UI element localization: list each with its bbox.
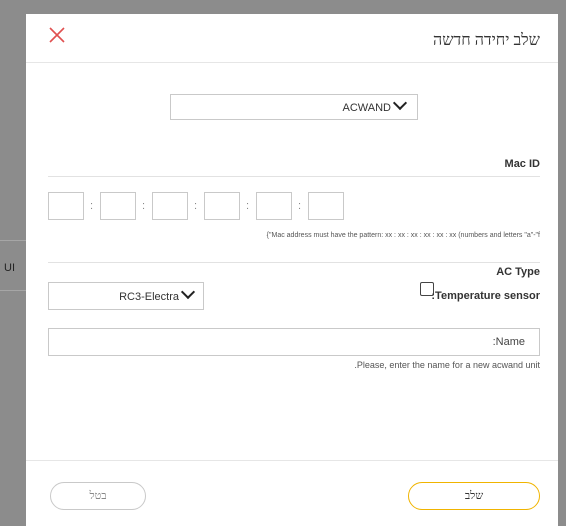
chevron-down-icon	[180, 284, 196, 300]
mac-field-1[interactable]	[48, 192, 84, 220]
close-icon[interactable]	[46, 24, 68, 46]
mac-separator: :	[298, 200, 302, 212]
mac-id-label: Mac ID	[504, 158, 540, 170]
ac-type-select[interactable]: RC3-Electra	[48, 282, 204, 310]
mac-separator: :	[142, 200, 146, 212]
cancel-button[interactable]: בטל	[50, 482, 146, 510]
name-hint: .Please, enter the name for a new acwand…	[354, 360, 540, 370]
background-divider	[0, 240, 26, 241]
backdrop	[0, 0, 566, 14]
mac-field-6[interactable]	[308, 192, 344, 220]
background-text: UI	[4, 262, 15, 274]
background-panel-right	[558, 0, 566, 526]
mac-separator: :	[194, 200, 198, 212]
ac-type-value: RC3-Electra	[119, 291, 179, 303]
add-unit-button[interactable]: שלב	[408, 482, 540, 510]
mac-field-4[interactable]	[204, 192, 240, 220]
unit-type-value: ACWAND	[342, 102, 391, 114]
mac-separator: :	[246, 200, 250, 212]
footer-divider	[26, 460, 558, 461]
mac-format-hint: {"Mac address must have the pattern: xx …	[266, 232, 540, 239]
name-placeholder: :Name	[492, 336, 525, 348]
mac-field-5[interactable]	[256, 192, 292, 220]
dialog-title: שלב יחידה חדשה	[433, 32, 540, 49]
add-unit-dialog: שלב יחידה חדשה ACWAND Mac ID : : : : : {…	[26, 14, 558, 526]
mac-field-3[interactable]	[152, 192, 188, 220]
mac-field-2[interactable]	[100, 192, 136, 220]
divider	[48, 176, 540, 177]
dialog-header: שלב יחידה חדשה	[26, 14, 558, 63]
temperature-sensor-label: :Temperature sensor	[431, 290, 540, 302]
mac-separator: :	[90, 200, 94, 212]
ac-type-label: AC Type	[496, 266, 540, 278]
unit-type-select[interactable]: ACWAND	[170, 94, 418, 120]
background-divider	[0, 290, 26, 291]
name-input[interactable]: :Name	[48, 328, 540, 356]
divider	[48, 262, 540, 263]
chevron-down-icon	[392, 95, 408, 111]
